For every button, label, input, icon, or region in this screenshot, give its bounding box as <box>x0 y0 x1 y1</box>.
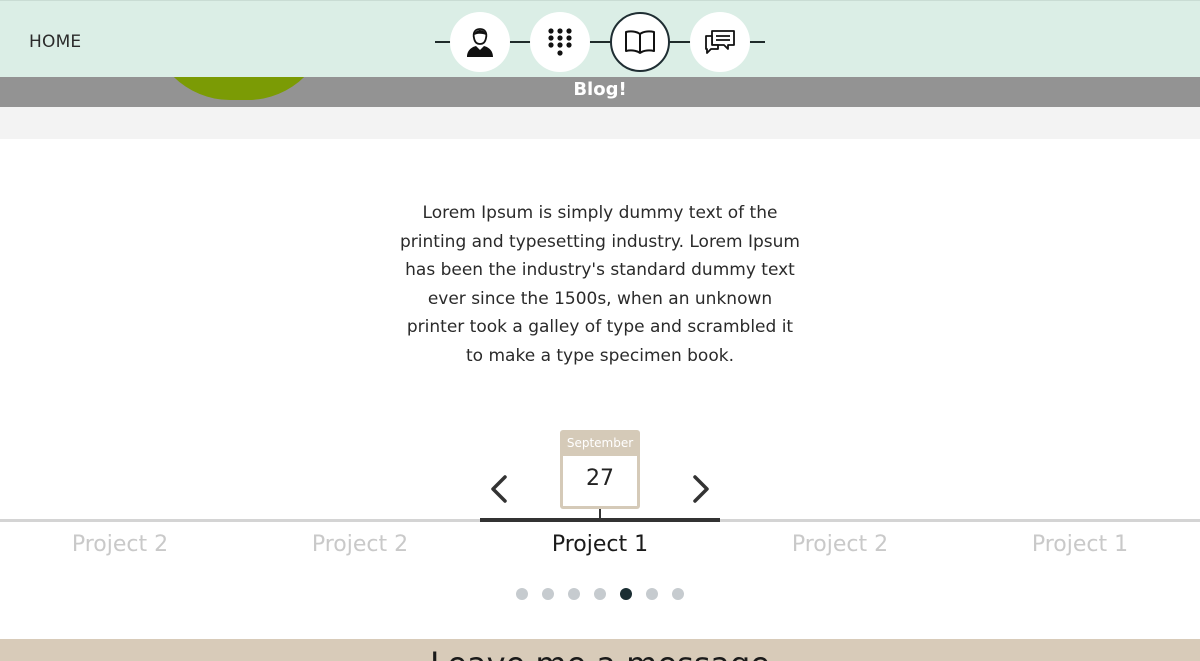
pagination-dot-active[interactable] <box>620 588 632 600</box>
date-calendar: September 27 <box>560 430 640 509</box>
message-heading: Leave me a message <box>0 645 1200 661</box>
calendar-day-box: 27 <box>563 456 637 506</box>
calendar-day: 27 <box>586 466 614 491</box>
project-tab-active[interactable]: Project 1 <box>480 532 720 564</box>
pagination-dots <box>516 588 684 600</box>
project-tab[interactable]: Project 2 <box>0 532 240 564</box>
nav-skills-button[interactable] <box>530 12 590 72</box>
section-band <box>0 107 1200 139</box>
pagination-dot[interactable] <box>594 588 606 600</box>
nav-blog-button[interactable] <box>610 12 670 72</box>
blog-title: Blog! <box>573 79 627 100</box>
chevron-right-icon <box>685 472 715 506</box>
project-tab[interactable]: Project 1 <box>960 532 1200 564</box>
book-icon <box>624 29 656 55</box>
pagination-dot[interactable] <box>568 588 580 600</box>
pagination-dot[interactable] <box>646 588 658 600</box>
message-section: Leave me a message <box>0 639 1200 661</box>
pagination-dot[interactable] <box>672 588 684 600</box>
page: HOME Blog! Lorem Ipsum is simply dummy t… <box>0 0 1200 661</box>
icon-nav <box>435 12 765 72</box>
next-button[interactable] <box>685 472 715 506</box>
top-header: HOME <box>0 0 1200 77</box>
timeline-active-segment <box>480 518 720 522</box>
chevron-left-icon <box>485 472 515 506</box>
project-tab[interactable]: Project 2 <box>240 532 480 564</box>
pagination-dot[interactable] <box>516 588 528 600</box>
chat-icon <box>704 29 736 55</box>
user-icon <box>465 26 495 58</box>
previous-button[interactable] <box>485 472 515 506</box>
calendar-month: September <box>566 436 634 450</box>
nav-contact-button[interactable] <box>690 12 750 72</box>
blog-post-text: Lorem Ipsum is simply dummy text of the … <box>400 203 800 366</box>
project-tabs: Project 2 Project 2 Project 1 Project 2 … <box>0 532 1200 564</box>
home-link[interactable]: HOME <box>29 32 81 52</box>
keypad-icon <box>547 27 573 57</box>
project-tab[interactable]: Project 2 <box>720 532 960 564</box>
nav-about-button[interactable] <box>450 12 510 72</box>
pagination-dot[interactable] <box>542 588 554 600</box>
